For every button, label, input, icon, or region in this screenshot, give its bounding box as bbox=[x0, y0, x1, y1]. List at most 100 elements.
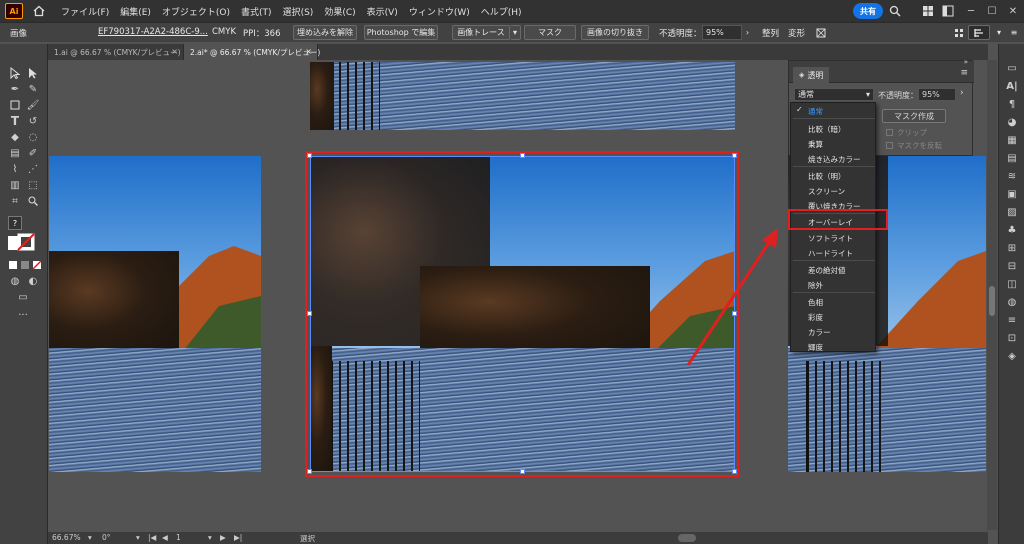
blend-tool-icon[interactable]: ⌇ bbox=[8, 162, 22, 176]
artboards-panel-icon[interactable]: ⊞ bbox=[1005, 242, 1019, 254]
transform-link[interactable]: 変形 bbox=[788, 27, 805, 39]
blend-option-multiply[interactable]: 乗算 bbox=[808, 139, 823, 150]
paintbrush-tool-icon[interactable]: 🖌 bbox=[26, 98, 40, 112]
transparency-panel-icon[interactable]: ◍ bbox=[1005, 296, 1019, 308]
home-icon[interactable] bbox=[31, 3, 47, 19]
color-panel-icon[interactable]: ◕ bbox=[1005, 116, 1019, 128]
blend-option-normal[interactable]: 通常 bbox=[808, 106, 823, 117]
character-panel-icon[interactable]: A| bbox=[1005, 80, 1019, 92]
align-link[interactable]: 整列 bbox=[762, 27, 779, 39]
linked-filename[interactable]: EF790317-A2A2-486C-9... bbox=[98, 27, 208, 37]
first-artboard-icon[interactable]: |◀ bbox=[148, 533, 156, 542]
menu-file[interactable]: ファイル(F) bbox=[61, 5, 109, 18]
rectangle-tool-icon[interactable] bbox=[8, 98, 22, 112]
menu-object[interactable]: オブジェクト(O) bbox=[162, 5, 230, 18]
menu-select[interactable]: 選択(S) bbox=[283, 5, 314, 18]
arrange-documents-icon[interactable] bbox=[921, 4, 935, 18]
control-bar-menu-icon[interactable]: ≡ bbox=[1008, 25, 1020, 40]
blend-option-lighten[interactable]: 比較（明） bbox=[808, 171, 846, 182]
image-trace-panel-icon[interactable]: ▨ bbox=[1005, 206, 1019, 218]
quick-actions-icon[interactable] bbox=[952, 25, 966, 40]
blend-option-saturation[interactable]: 彩度 bbox=[808, 312, 823, 323]
color-guide-icon[interactable]: ▦ bbox=[1005, 134, 1019, 146]
minimize-icon[interactable]: ─ bbox=[960, 0, 982, 22]
draw-inside-icon[interactable]: ◐ bbox=[26, 274, 40, 288]
links-panel-icon[interactable]: ⊡ bbox=[1005, 332, 1019, 344]
scrollbar-thumb[interactable] bbox=[989, 286, 995, 316]
blend-option-soft-light[interactable]: ソフトライト bbox=[808, 233, 853, 244]
menu-type[interactable]: 書式(T) bbox=[241, 5, 272, 18]
edit-in-photoshop-button[interactable]: Photoshop で編集 bbox=[364, 25, 438, 40]
opacity-arrow-icon[interactable]: › bbox=[960, 88, 964, 98]
transparency-tab[interactable]: ◈ 透明 bbox=[793, 67, 830, 83]
blend-option-darken[interactable]: 比較（暗） bbox=[808, 124, 846, 135]
collapse-panel-icon[interactable]: » bbox=[964, 58, 968, 66]
embed-release-button[interactable]: 埋め込みを解除 bbox=[293, 25, 357, 40]
image-trace-button[interactable]: 画像トレース bbox=[452, 25, 510, 40]
layers-panel-icon[interactable]: ◈ bbox=[1005, 350, 1019, 362]
blend-mode-select[interactable]: 通常 ▾ bbox=[794, 88, 874, 101]
swatches-panel-icon[interactable]: ▤ bbox=[1005, 152, 1019, 164]
blend-option-screen[interactable]: スクリーン bbox=[808, 186, 845, 197]
clip-checkbox[interactable]: クリップ bbox=[886, 127, 927, 138]
invert-mask-checkbox[interactable]: マスクを反転 bbox=[886, 140, 942, 151]
panel-menu-icon[interactable]: ≡ bbox=[960, 68, 968, 78]
panel-opacity-field[interactable]: 95% bbox=[918, 88, 956, 101]
lasso-tool-icon[interactable]: ◌ bbox=[26, 130, 40, 144]
edit-toolbar-icon[interactable]: ··· bbox=[16, 308, 30, 322]
properties-panel-icon[interactable]: ▭ bbox=[1005, 62, 1019, 74]
blend-option-luminosity[interactable]: 輝度 bbox=[808, 342, 823, 353]
mask-button[interactable]: マスク bbox=[524, 25, 576, 40]
blend-option-color[interactable]: カラー bbox=[808, 327, 831, 338]
paragraph-panel-icon[interactable]: ¶ bbox=[1005, 98, 1019, 110]
artboard-left-image[interactable] bbox=[49, 156, 261, 472]
curvature-tool-icon[interactable]: ✎ bbox=[26, 82, 40, 96]
graph-tool-icon[interactable]: ▥ bbox=[8, 178, 22, 192]
blend-option-color-burn[interactable]: 焼き込みカラー bbox=[808, 154, 861, 165]
tab-document-2[interactable]: 2.ai* @ 66.67 % (CMYK/プレビュー) × bbox=[184, 44, 320, 60]
eyedropper-tool-icon[interactable]: ✐ bbox=[26, 146, 40, 160]
blend-option-hard-light[interactable]: ハードライト bbox=[808, 248, 853, 259]
graphic-styles-icon[interactable]: ▣ bbox=[1005, 188, 1019, 200]
close-window-icon[interactable]: ✕ bbox=[1002, 0, 1024, 22]
rotate-tool-icon[interactable]: ↺ bbox=[26, 114, 40, 128]
artboard-top-image[interactable] bbox=[310, 62, 735, 130]
maximize-icon[interactable]: ☐ bbox=[981, 0, 1003, 22]
previous-artboard-icon[interactable]: ◀ bbox=[162, 533, 168, 542]
artboard-number-field[interactable]: 1 bbox=[176, 533, 181, 542]
opacity-arrow-icon[interactable]: › bbox=[742, 25, 753, 40]
share-button[interactable]: 共有 bbox=[853, 3, 883, 19]
last-artboard-icon[interactable]: ▶| bbox=[234, 533, 242, 542]
make-mask-button[interactable]: マスク作成 bbox=[882, 109, 946, 123]
blend-option-hue[interactable]: 色相 bbox=[808, 297, 823, 308]
draw-mode-icon[interactable]: ◍ bbox=[8, 274, 22, 288]
menu-edit[interactable]: 編集(E) bbox=[120, 5, 151, 18]
tab-document-1[interactable]: 1.ai @ 66.67 % (CMYK/プレビュー) × bbox=[48, 44, 184, 60]
symbols-panel-icon[interactable]: ♣ bbox=[1005, 224, 1019, 236]
menu-view[interactable]: 表示(V) bbox=[367, 5, 398, 18]
gradient-tool-icon[interactable]: ▤ bbox=[8, 146, 22, 160]
horizontal-scrollbar-thumb[interactable] bbox=[678, 534, 696, 542]
opacity-field[interactable]: 95% bbox=[702, 25, 742, 40]
align-panel-icon[interactable]: ⊟ bbox=[1005, 260, 1019, 272]
no-fill-icon[interactable] bbox=[30, 258, 44, 272]
eraser-tool-icon[interactable]: ◆ bbox=[8, 130, 22, 144]
zoom-level-field[interactable]: 66.67% bbox=[52, 533, 81, 542]
blend-option-difference[interactable]: 差の絶対値 bbox=[808, 265, 846, 276]
pen-tool-icon[interactable]: ✒ bbox=[8, 82, 22, 96]
zoom-chevron-icon[interactable]: ▾ bbox=[88, 533, 92, 542]
panel-menu-icon[interactable] bbox=[968, 25, 990, 40]
isolate-icon[interactable] bbox=[814, 25, 828, 40]
search-icon[interactable] bbox=[888, 4, 902, 18]
menu-window[interactable]: ウィンドウ(W) bbox=[409, 5, 470, 18]
direct-selection-tool-icon[interactable] bbox=[26, 66, 40, 80]
rotation-chevron-icon[interactable]: ▾ bbox=[136, 533, 140, 542]
pathfinder-panel-icon[interactable]: ◫ bbox=[1005, 278, 1019, 290]
crop-image-button[interactable]: 画像の切り抜き bbox=[581, 25, 649, 40]
question-help-icon[interactable]: ? bbox=[8, 216, 22, 230]
blend-option-exclusion[interactable]: 除外 bbox=[808, 280, 823, 291]
menu-help[interactable]: ヘルプ(H) bbox=[481, 5, 522, 18]
type-tool-icon[interactable]: T bbox=[8, 114, 22, 128]
rotation-field[interactable]: 0° bbox=[102, 533, 111, 542]
close-tab-icon[interactable]: × bbox=[171, 47, 178, 56]
